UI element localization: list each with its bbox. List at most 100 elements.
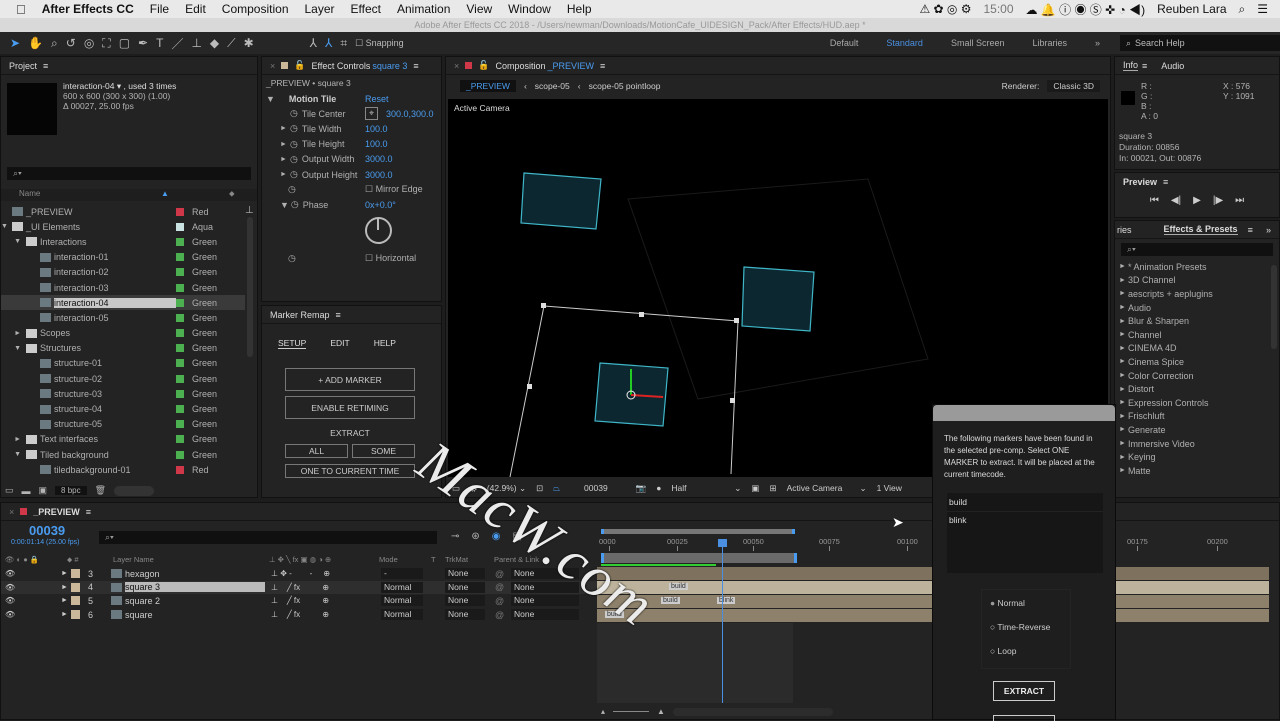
project-search[interactable]: ⌕▾: [7, 167, 251, 180]
effect-category[interactable]: ► * Animation Presets: [1119, 260, 1279, 274]
type-tool-icon[interactable]: T: [156, 36, 163, 50]
column-mode[interactable]: Mode: [379, 555, 398, 564]
tray-icons[interactable]: ☁ 🔔 ⓘ ◉ Ⓢ ✜ ◔ ◀): [1026, 1, 1146, 18]
menu-help[interactable]: Help: [567, 2, 592, 16]
column-layer-name[interactable]: Layer Name: [113, 555, 154, 564]
horizontal-checkbox[interactable]: ☐ Horizontal: [365, 253, 416, 264]
project-scrollbar[interactable]: [247, 217, 253, 357]
menu-file[interactable]: File: [150, 2, 169, 16]
layer-name[interactable]: square 2: [125, 596, 265, 606]
twirl-closed-icon[interactable]: ►: [1119, 386, 1126, 393]
project-item[interactable]: ▼ Interactions Green: [1, 234, 245, 249]
apple-icon[interactable]: : [16, 2, 26, 17]
composition-name[interactable]: _PREVIEW: [548, 61, 595, 71]
timeline-search[interactable]: ⌕▾: [99, 531, 437, 544]
tab-effects-presets[interactable]: Effects & Presets: [1163, 224, 1238, 235]
more-panels-icon[interactable]: »: [1266, 225, 1271, 235]
stopwatch-icon[interactable]: ◷: [288, 184, 296, 195]
tab-info[interactable]: Info: [1123, 60, 1139, 71]
timeline-comp-tab[interactable]: _PREVIEW: [33, 507, 80, 517]
label-swatch[interactable]: [71, 569, 80, 579]
menu-icon[interactable]: ≡: [1163, 177, 1168, 187]
work-area-bar[interactable]: [601, 529, 795, 534]
local-axis-icon[interactable]: ⅄: [310, 36, 317, 50]
layer-switches[interactable]: ⊥ ✥ - - ⊕: [271, 569, 330, 578]
column-name[interactable]: Name: [19, 189, 40, 198]
project-item[interactable]: ▼ _UI Elements Aqua: [1, 219, 245, 234]
table-row[interactable]: 👁 ► 5 square 2 ⊥ ╱ fx ⊕ Normal None @ None: [1, 594, 597, 608]
marker-list[interactable]: build blink: [947, 493, 1103, 573]
project-item[interactable]: tiledbackground-01 Red: [1, 462, 245, 477]
menu-animation[interactable]: Animation: [397, 2, 450, 16]
tile-square[interactable]: [741, 266, 815, 332]
project-item[interactable]: interaction-01 Green: [1, 250, 245, 265]
composition-title[interactable]: Composition: [495, 61, 545, 71]
twirl-open-icon[interactable]: ▼: [266, 94, 275, 104]
new-comp-icon[interactable]: ▣: [39, 485, 48, 496]
effect-category[interactable]: ► Cinema Spice: [1119, 355, 1279, 369]
project-item[interactable]: ► Scopes Green: [1, 326, 245, 341]
effect-category[interactable]: ► Blur & Sharpen: [1119, 314, 1279, 328]
stopwatch-icon[interactable]: ◷: [290, 123, 298, 134]
spotlight-icon[interactable]: ⌕: [1239, 2, 1246, 17]
search-help-field[interactable]: ⌕ Search Help: [1120, 35, 1280, 51]
twirl-open-icon[interactable]: ▼: [280, 200, 289, 210]
twirl-closed-icon[interactable]: ►: [1119, 358, 1126, 365]
mode-dropdown[interactable]: Normal: [381, 595, 423, 607]
project-item[interactable]: structure-01 Green: [1, 356, 245, 371]
project-item[interactable]: structure-03 Green: [1, 386, 245, 401]
selection-tool-icon[interactable]: ➤: [10, 36, 20, 50]
first-frame-icon[interactable]: ⏮: [1150, 195, 1159, 206]
status-icons[interactable]: ⚠ ✿ ◎ ⚙: [919, 2, 971, 16]
menu-icon[interactable]: ≡: [1142, 61, 1147, 71]
property-value[interactable]: 3000.0: [365, 170, 393, 180]
mode-dropdown[interactable]: Normal: [381, 581, 423, 593]
pan-behind-icon[interactable]: ⛶: [102, 36, 110, 51]
view-axis-icon[interactable]: ⌗: [340, 36, 347, 51]
workspace-small-screen[interactable]: Small Screen: [951, 38, 1005, 48]
mode-dropdown[interactable]: -: [381, 568, 423, 580]
bpc-button[interactable]: 8 bpc: [55, 486, 87, 495]
rectangle-tool-icon[interactable]: ▢: [119, 36, 130, 50]
play-icon[interactable]: ▶: [1193, 195, 1201, 206]
phase-value[interactable]: 0x+0.0°: [365, 200, 396, 210]
label-swatch[interactable]: [176, 435, 184, 444]
close-icon[interactable]: ×: [270, 61, 275, 71]
effect-category[interactable]: ► Frischluft: [1119, 410, 1279, 424]
tile-square[interactable]: [520, 172, 602, 230]
label-swatch[interactable]: [176, 268, 184, 277]
tab-libraries[interactable]: ries: [1117, 225, 1132, 235]
twirl-closed-icon[interactable]: ►: [1119, 331, 1126, 338]
clone-stamp-icon[interactable]: ⊥: [191, 36, 201, 50]
roto-brush-icon[interactable]: ⟋: [227, 36, 235, 51]
project-item[interactable]: interaction-05 Green: [1, 310, 245, 325]
effect-category[interactable]: ► 3D Channel: [1119, 274, 1279, 288]
layer-marker[interactable]: build: [669, 583, 688, 590]
pick-whip-icon[interactable]: @: [495, 582, 504, 592]
extract-all-button[interactable]: ALL: [285, 444, 348, 458]
transparency-grid-icon[interactable]: ⊞: [769, 483, 776, 494]
label-swatch[interactable]: [176, 405, 184, 414]
trkmat-dropdown[interactable]: None: [445, 581, 485, 593]
visibility-eye-icon[interactable]: 👁: [5, 596, 15, 605]
twirl-closed-icon[interactable]: ►: [280, 156, 288, 163]
layer-name[interactable]: square: [125, 610, 265, 620]
project-item[interactable]: ▼ Tiled background Green: [1, 447, 245, 462]
brush-tool-icon[interactable]: ／: [171, 35, 183, 52]
close-icon[interactable]: ×: [454, 61, 459, 71]
notification-center-icon[interactable]: ☰: [1257, 2, 1268, 16]
stopwatch-icon[interactable]: ◷: [290, 139, 298, 150]
radio-icon[interactable]: ○: [990, 646, 995, 656]
extract-button[interactable]: EXTRACT: [993, 681, 1055, 701]
effect-category[interactable]: ► Generate: [1119, 423, 1279, 437]
mirror-edge-checkbox[interactable]: ☐ Mirror Edge: [365, 184, 423, 195]
property-value[interactable]: 3000.0: [365, 154, 393, 164]
twirl-closed-icon[interactable]: ►: [1119, 263, 1126, 270]
visibility-eye-icon[interactable]: 👁: [5, 610, 15, 619]
eraser-tool-icon[interactable]: ◆: [210, 36, 219, 50]
project-item[interactable]: interaction-04 Green: [1, 295, 245, 311]
close-icon[interactable]: ×: [9, 507, 14, 517]
breadcrumb-preview[interactable]: _PREVIEW: [460, 80, 516, 92]
twirl-closed-icon[interactable]: ►: [1119, 413, 1126, 420]
twirl-closed-icon[interactable]: ►: [61, 597, 68, 604]
